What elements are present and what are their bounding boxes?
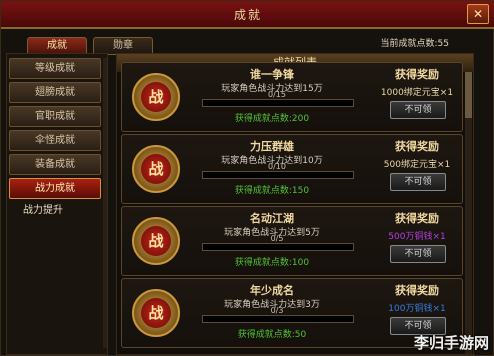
achievement-badge-icon: 战 <box>132 73 180 121</box>
reward-item: 500万铜钱×1 <box>388 232 446 242</box>
title-bar: 成就 ✕ <box>1 1 494 29</box>
progress-bar <box>202 171 354 179</box>
achievement-row: 战 谁一争锋 玩家角色战斗力达到15万 0/15 获得成就点数:200 获得奖励… <box>121 62 463 132</box>
achievement-badge-icon: 战 <box>132 217 180 265</box>
progress-text: 0/5 <box>270 234 284 243</box>
badge-char: 战 <box>141 154 171 184</box>
reward-heading: 获得奖励 <box>395 212 439 225</box>
sidebar-scrollbar[interactable] <box>103 58 107 348</box>
achievement-title: 名动江湖 <box>250 212 294 225</box>
achievement-window: 成就 ✕ 成就 勋章 当前成就点数:55 等级成就 翅膀成就 官职成就 伞怪成就… <box>0 0 494 356</box>
watermark: 李归手游网 <box>413 334 489 352</box>
achievement-points-reward: 获得成就点数:100 <box>234 258 310 268</box>
achievement-badge-icon: 战 <box>132 289 180 337</box>
claim-button[interactable]: 不可领 <box>390 245 446 263</box>
scroll-thumb[interactable] <box>465 72 472 118</box>
achievement-title: 年少成名 <box>250 284 294 297</box>
achievement-title: 谁一争锋 <box>250 68 294 81</box>
sidebar-item-rank[interactable]: 官职成就 <box>9 106 101 127</box>
claim-button[interactable]: 不可领 <box>390 101 446 119</box>
sidebar-item-equipment[interactable]: 装备成就 <box>9 154 101 175</box>
window-title: 成就 <box>233 8 262 22</box>
sidebar-item-level[interactable]: 等级成就 <box>9 58 101 79</box>
progress-bar <box>202 315 354 323</box>
achievement-row: 战 力压群雄 玩家角色战斗力达到10万 0/10 获得成就点数:150 获得奖励… <box>121 134 463 204</box>
achievement-row: 战 年少成名 玩家角色战斗力达到3万 0/3 获得成就点数:50 获得奖励 10… <box>121 278 463 348</box>
progress-text: 0/10 <box>268 162 286 171</box>
progress-bar <box>202 99 354 107</box>
achievement-badge-icon: 战 <box>132 145 180 193</box>
progress-bar <box>202 243 354 251</box>
achievement-points: 当前成就点数:55 <box>380 39 450 49</box>
sidebar-item-monster[interactable]: 伞怪成就 <box>9 130 101 151</box>
badge-char: 战 <box>141 226 171 256</box>
claim-button[interactable]: 不可领 <box>390 173 446 191</box>
badge-char: 战 <box>141 298 171 328</box>
sidebar-item-wings[interactable]: 翅膀成就 <box>9 82 101 103</box>
achievement-row: 战 名动江湖 玩家角色战斗力达到5万 0/5 获得成就点数:100 获得奖励 5… <box>121 206 463 276</box>
progress-text: 0/15 <box>268 90 286 99</box>
progress-text: 0/3 <box>270 306 284 315</box>
achievement-points-reward: 获得成就点数:50 <box>237 330 307 340</box>
reward-heading: 获得奖励 <box>395 68 439 81</box>
reward-heading: 获得奖励 <box>395 140 439 153</box>
close-icon[interactable]: ✕ <box>467 4 489 24</box>
sidebar-item-power[interactable]: 战力成就 <box>9 178 101 199</box>
sidebar-subitem-power-up[interactable]: 战力提升 <box>23 201 63 216</box>
reward-item: 500绑定元宝×1 <box>383 160 451 170</box>
category-sidebar: 等级成就 翅膀成就 官职成就 伞怪成就 装备成就 战力成就 战力提升 <box>6 53 108 355</box>
achievement-points-reward: 获得成就点数:150 <box>234 186 310 196</box>
reward-item: 100万铜钱×1 <box>388 304 446 314</box>
achievement-title: 力压群雄 <box>250 140 294 153</box>
reward-item: 1000绑定元宝×1 <box>380 88 454 98</box>
achievement-list-panel: 成就列表 战 谁一争锋 玩家角色战斗力达到15万 0/15 获得成就点数:200… <box>116 53 474 355</box>
badge-char: 战 <box>141 82 171 112</box>
reward-heading: 获得奖励 <box>395 284 439 297</box>
achievement-points-reward: 获得成就点数:200 <box>234 114 310 124</box>
list-scrollbar[interactable] <box>465 72 472 354</box>
